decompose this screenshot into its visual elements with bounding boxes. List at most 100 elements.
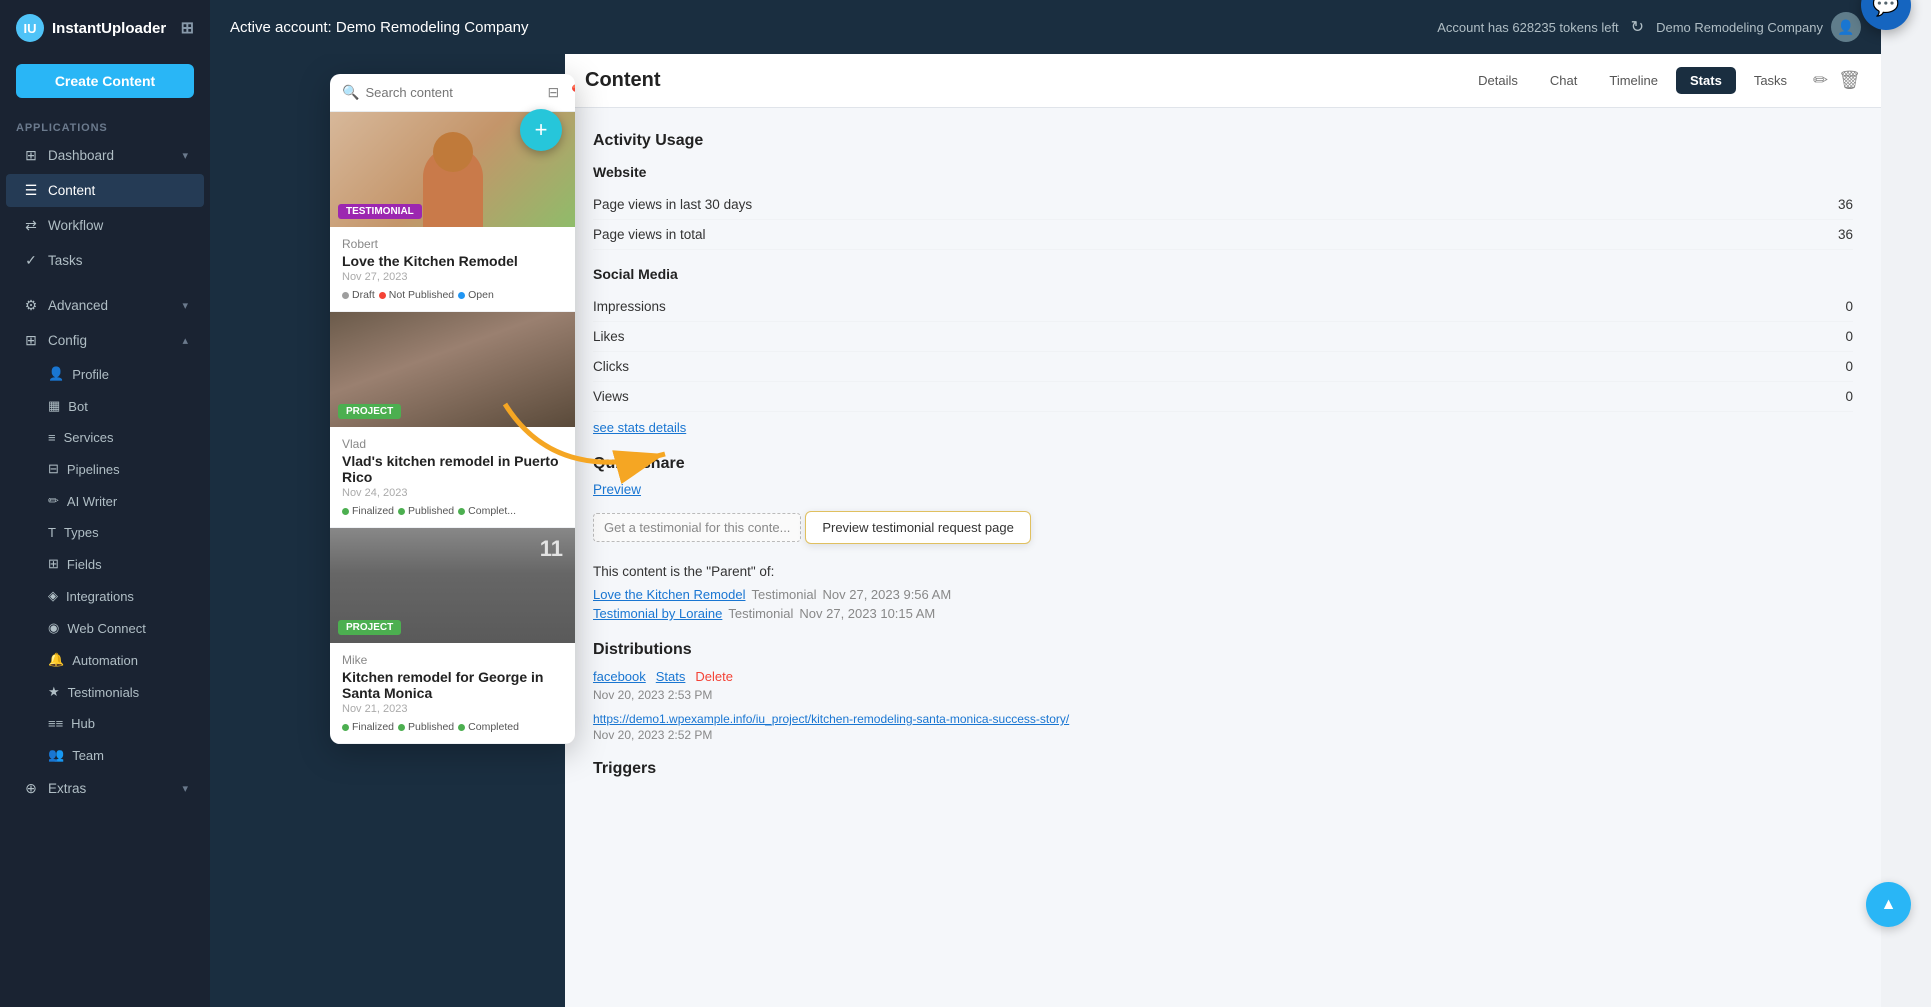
- tab-chat[interactable]: Chat: [1536, 67, 1591, 94]
- right-panel-header: Content Details Chat Timeline Stats Task…: [565, 54, 1881, 108]
- chevron-down-icon: ▾: [182, 782, 188, 795]
- panel-action-buttons: ✏ 🗑: [1813, 70, 1861, 91]
- stats-row: Impressions 0: [593, 292, 1853, 322]
- distribution-date-2: Nov 20, 2023 2:52 PM: [593, 728, 1853, 742]
- tokens-label: Account has 628235 tokens left: [1437, 20, 1618, 35]
- card-tags: Draft Not Published Open: [342, 289, 563, 301]
- refresh-icon[interactable]: ↻: [1631, 17, 1644, 37]
- pin-icon[interactable]: ⊞: [181, 18, 194, 38]
- sidebar-item-label: Config: [48, 333, 174, 348]
- right-panel-body: Activity Usage Website Page views in las…: [565, 108, 1881, 1007]
- facebook-link[interactable]: facebook: [593, 669, 646, 684]
- sidebar-sub-label: Team: [72, 748, 104, 763]
- tab-tasks[interactable]: Tasks: [1740, 67, 1801, 94]
- sidebar-item-label: Workflow: [48, 218, 188, 233]
- activity-usage-title: Activity Usage: [593, 132, 1853, 150]
- tasks-icon: ✓: [22, 252, 40, 269]
- chevron-down-icon: ▾: [182, 149, 188, 162]
- topbar: Active account: Demo Remodeling Company …: [210, 0, 1881, 54]
- chat-icon: 💬: [1872, 0, 1899, 18]
- location-icon[interactable]: 📍: [567, 84, 575, 101]
- sidebar-item-team[interactable]: 👥 Team: [6, 740, 204, 770]
- sidebar-item-bot[interactable]: ▦ Bot: [6, 391, 204, 421]
- sidebar-sub-label: Pipelines: [67, 462, 120, 477]
- automation-icon: 🔔: [48, 652, 64, 668]
- parent-date: Nov 27, 2023 9:56 AM: [823, 587, 952, 602]
- sidebar-item-profile[interactable]: 👤 Profile: [6, 359, 204, 389]
- stats-label: Page views in last 30 days: [593, 197, 752, 212]
- get-testimonial-text: Get a testimonial for this conte...: [593, 513, 801, 542]
- card-author: Mike: [342, 653, 563, 667]
- sidebar-item-workflow[interactable]: ⇄ Workflow: [6, 209, 204, 242]
- sidebar: IU InstantUploader ⊞ Create Content APPL…: [0, 0, 210, 1007]
- scroll-top-button[interactable]: ▲: [1866, 882, 1911, 927]
- sidebar-item-tasks[interactable]: ✓ Tasks: [6, 244, 204, 277]
- parent-link-1[interactable]: Love the Kitchen Remodel: [593, 587, 745, 602]
- sidebar-item-dashboard[interactable]: ⊞ Dashboard ▾: [6, 139, 204, 172]
- sidebar-item-extras[interactable]: ⊕ Extras ▾: [6, 772, 204, 805]
- tab-timeline[interactable]: Timeline: [1595, 67, 1672, 94]
- sidebar-item-integrations[interactable]: ◈ Integrations: [6, 581, 204, 611]
- tab-stats[interactable]: Stats: [1676, 67, 1736, 94]
- add-content-fab-button[interactable]: +: [520, 109, 562, 151]
- distribution-url[interactable]: https://demo1.wpexample.info/iu_project/…: [593, 712, 1069, 726]
- sidebar-sub-label: Types: [64, 525, 99, 540]
- stats-row: Clicks 0: [593, 352, 1853, 382]
- tooltip-box[interactable]: Preview testimonial request page: [805, 511, 1031, 544]
- tag-completed: Complet...: [458, 505, 516, 517]
- sidebar-item-pipelines[interactable]: ⊟ Pipelines: [6, 454, 204, 484]
- stats-value: 36: [1838, 227, 1853, 242]
- card-author: Robert: [342, 237, 563, 251]
- sidebar-item-content[interactable]: ☰ Content: [6, 174, 204, 207]
- delete-icon[interactable]: 🗑: [1838, 70, 1861, 91]
- dashboard-icon: ⊞: [22, 147, 40, 164]
- parent-section: This content is the "Parent" of: Love th…: [593, 564, 1853, 621]
- sidebar-item-web-connect[interactable]: ◉ Web Connect: [6, 613, 204, 643]
- stats-link[interactable]: Stats: [656, 669, 686, 684]
- stats-label: Page views in total: [593, 227, 706, 242]
- search-input[interactable]: [365, 85, 541, 100]
- delete-distribution-button[interactable]: Delete: [695, 669, 733, 684]
- team-icon: 👥: [48, 747, 64, 763]
- sidebar-item-advanced[interactable]: ⚙ Advanced ▾: [6, 289, 204, 322]
- topbar-right: Account has 628235 tokens left ↻ Demo Re…: [1437, 12, 1861, 42]
- sidebar-sub-label: AI Writer: [67, 494, 117, 509]
- card-badge: PROJECT: [338, 404, 401, 419]
- sidebar-sub-label: Automation: [72, 653, 138, 668]
- sidebar-item-services[interactable]: ≡ Services: [6, 423, 204, 452]
- preview-link[interactable]: Preview: [593, 482, 641, 497]
- tag-draft: Draft: [342, 289, 375, 301]
- sidebar-item-ai-writer[interactable]: ✏ AI Writer: [6, 486, 204, 516]
- distribution-date-1: Nov 20, 2023 2:53 PM: [593, 688, 1853, 702]
- card-date: Nov 27, 2023: [342, 271, 563, 283]
- workflow-icon: ⇄: [22, 217, 40, 234]
- tag-not-published: Not Published: [379, 289, 454, 301]
- stats-label: Views: [593, 389, 629, 404]
- sidebar-item-label: Advanced: [48, 298, 174, 313]
- triggers-title: Triggers: [593, 760, 1853, 778]
- panel-actions: ⊟ 📍 ✕: [547, 84, 575, 101]
- topbar-company: Demo Remodeling Company 👤: [1656, 12, 1861, 42]
- create-content-button[interactable]: Create Content: [16, 64, 194, 98]
- avatar: 👤: [1831, 12, 1861, 42]
- sidebar-item-config[interactable]: ⊞ Config ▴: [6, 324, 204, 357]
- sidebar-item-hub[interactable]: ≡≡ Hub: [6, 709, 204, 738]
- sidebar-item-automation[interactable]: 🔔 Automation: [6, 645, 204, 675]
- edit-icon[interactable]: ✏: [1813, 70, 1828, 91]
- applications-label: APPLICATIONS: [0, 114, 210, 138]
- page-title: Content: [585, 69, 1464, 92]
- see-stats-link[interactable]: see stats details: [593, 420, 686, 435]
- tag-published: Published: [398, 721, 454, 733]
- sidebar-item-types[interactable]: T Types: [6, 518, 204, 547]
- sidebar-item-label: Content: [48, 183, 188, 198]
- tab-details[interactable]: Details: [1464, 67, 1532, 94]
- parent-link-2[interactable]: Testimonial by Loraine: [593, 606, 722, 621]
- chevron-up-icon: ▴: [182, 334, 188, 347]
- stats-label: Impressions: [593, 299, 666, 314]
- sidebar-sub-label: Testimonials: [68, 685, 140, 700]
- filter-icon[interactable]: ⊟: [547, 84, 559, 101]
- list-item[interactable]: PROJECT Mike Kitchen remodel for George …: [330, 528, 575, 744]
- sidebar-item-fields[interactable]: ⊞ Fields: [6, 549, 204, 579]
- sidebar-item-testimonials[interactable]: ★ Testimonials: [6, 677, 204, 707]
- list-item[interactable]: PROJECT Vlad Vlad's kitchen remodel in P…: [330, 312, 575, 528]
